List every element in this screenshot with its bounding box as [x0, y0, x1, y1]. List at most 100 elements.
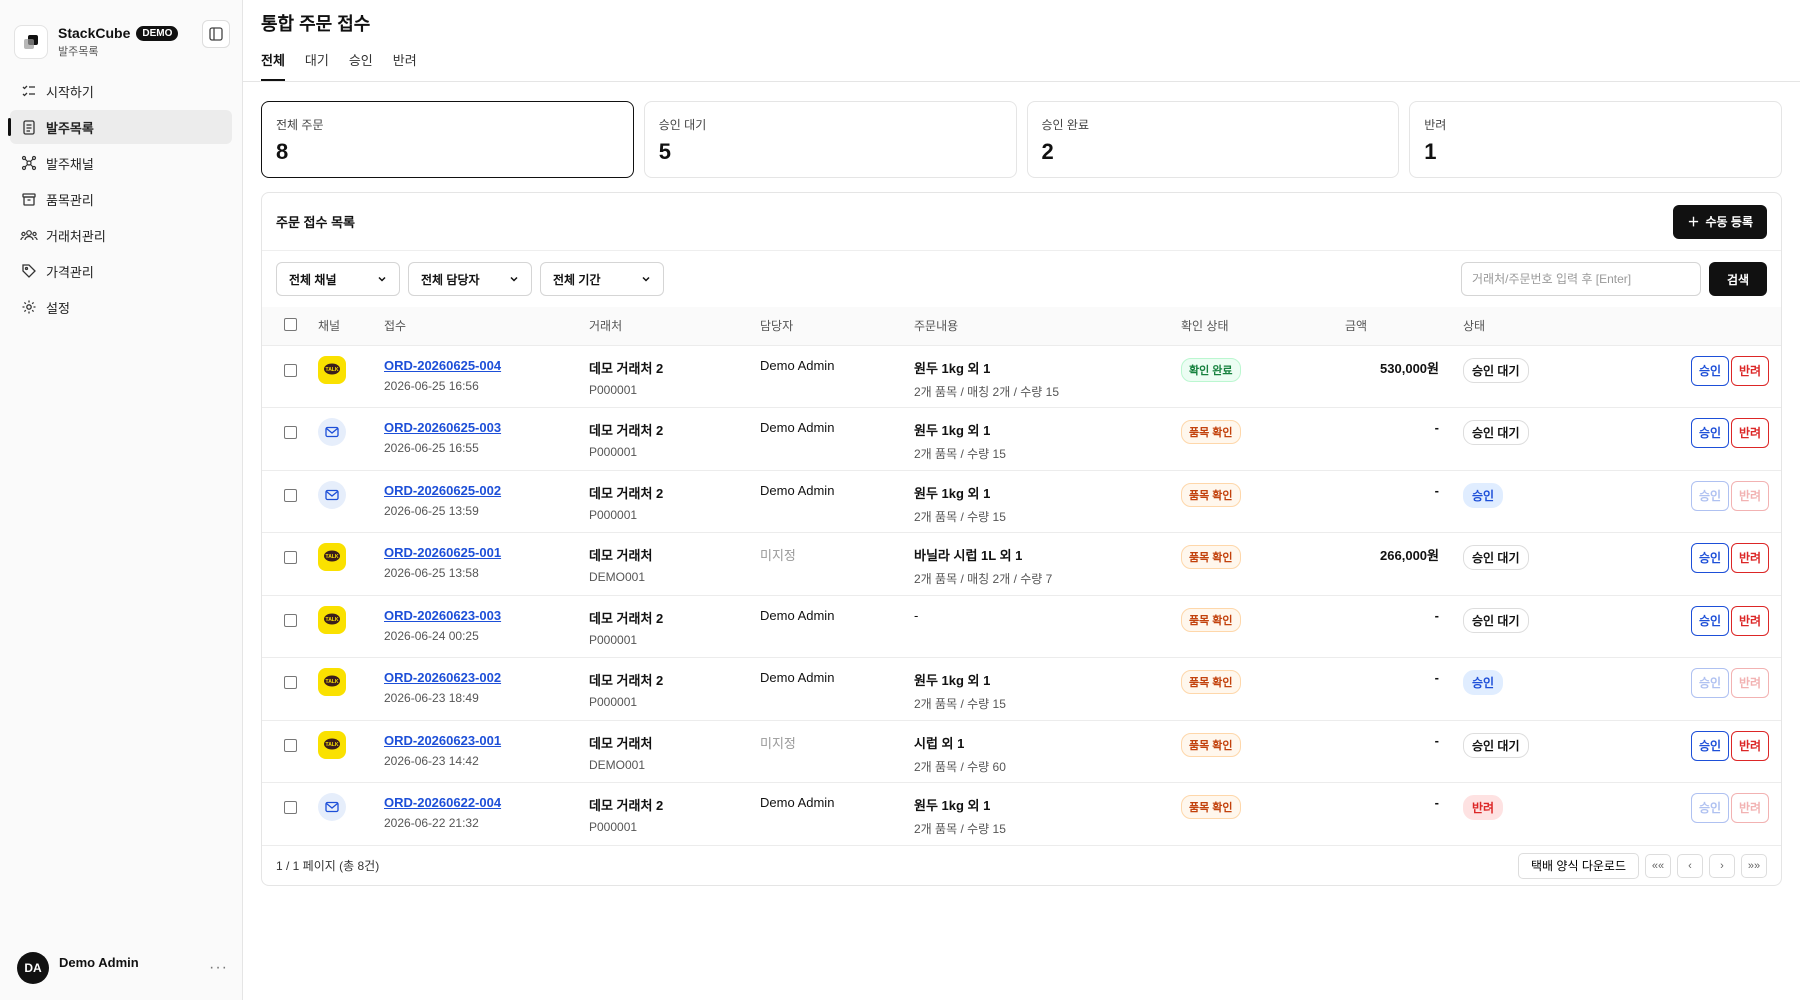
panel-footer: 1 / 1 페이지 (총 8건) 택배 양식 다운로드 «« ‹ › »»: [262, 845, 1781, 885]
row-checkbox[interactable]: [283, 551, 297, 564]
stat-card-total[interactable]: 전체 주문 8: [261, 101, 634, 178]
tab-pending[interactable]: 대기: [305, 50, 329, 81]
approve-button[interactable]: 승인: [1691, 793, 1729, 823]
reject-button[interactable]: 반려: [1731, 793, 1769, 823]
stat-label: 승인 완료: [1041, 118, 1090, 132]
table-row[interactable]: TALK ORD-20260623-001 2026-06-23 14:42 데모 거…: [262, 720, 1781, 783]
checklist-icon: [20, 82, 38, 100]
row-checkbox[interactable]: [283, 738, 297, 752]
next-page-button[interactable]: ›: [1709, 853, 1735, 878]
tab-rejected[interactable]: 반려: [393, 50, 417, 81]
row-checkbox[interactable]: [283, 363, 297, 377]
sidebar-item-order-list[interactable]: 발주목록: [8, 110, 232, 144]
order-amount: -: [1434, 795, 1439, 810]
client-name: 데모 거래처: [589, 735, 653, 751]
sidebar-item-label: 거래처관리: [46, 228, 106, 244]
row-checkbox[interactable]: [283, 676, 297, 689]
table-row[interactable]: TALK ORD-20260625-001 2026-06-25 13:58 데모 거…: [262, 532, 1781, 596]
row-checkbox[interactable]: [283, 426, 297, 439]
svg-text:TALK: TALK: [326, 367, 339, 373]
approve-button[interactable]: 승인: [1691, 418, 1729, 448]
user-profile[interactable]: DA Demo Admin ···: [17, 952, 228, 984]
order-number-link[interactable]: ORD-20260623-003: [384, 608, 501, 623]
order-number-link[interactable]: ORD-20260625-003: [384, 420, 501, 435]
last-page-button[interactable]: »»: [1741, 853, 1767, 878]
reject-button[interactable]: 반려: [1731, 605, 1769, 636]
stat-card-pending[interactable]: 승인 대기 5: [643, 101, 1017, 178]
first-page-button[interactable]: ««: [1645, 853, 1671, 878]
reject-button[interactable]: 반려: [1731, 730, 1769, 761]
client-name: 데모 거래처 2: [589, 798, 664, 813]
order-table: 채널 접수 거래처 담당자 주문내용 확인 상태 금액 상태 TALK ORD-2…: [262, 307, 1781, 845]
column-header-check: 확인 상태: [1181, 319, 1229, 334]
order-date: 2026-06-22 21:32: [384, 816, 479, 830]
search-button[interactable]: 검색: [1709, 262, 1767, 296]
order-item: 원두 1kg 외 1: [914, 485, 991, 501]
search-input[interactable]: [1461, 262, 1701, 296]
status-badge: 승인 대기: [1463, 357, 1529, 383]
order-number-link[interactable]: ORD-20260622-004: [384, 795, 501, 810]
status-badge: 승인: [1463, 670, 1504, 695]
approve-button[interactable]: 승인: [1691, 730, 1729, 761]
more-options-icon[interactable]: ···: [209, 959, 228, 977]
table-row[interactable]: ORD-20260625-003 2026-06-25 16:55 데모 거래처 2…: [262, 407, 1781, 471]
reject-button[interactable]: 반려: [1731, 543, 1769, 573]
table-row[interactable]: TALK ORD-20260625-004 2026-06-25 16:56 데모 거…: [262, 345, 1781, 408]
sidebar-collapse-button[interactable]: [202, 20, 230, 48]
reject-button[interactable]: 반려: [1731, 418, 1769, 448]
approve-button[interactable]: 승인: [1691, 668, 1729, 698]
tab-approved[interactable]: 승인: [349, 50, 373, 81]
stat-card-approved[interactable]: 승인 완료 2: [1026, 101, 1400, 178]
tab-all[interactable]: 전체: [261, 50, 285, 81]
sidebar-item-items[interactable]: 품목관리: [10, 182, 232, 216]
approve-button[interactable]: 승인: [1691, 355, 1729, 386]
row-checkbox[interactable]: [283, 801, 297, 814]
sidebar-item-getting-started[interactable]: 시작하기: [10, 74, 232, 108]
stat-value: 8: [276, 139, 289, 164]
svg-text:TALK: TALK: [326, 617, 339, 623]
order-item: 시럽 외 1: [914, 735, 965, 751]
user-name: Demo Admin: [59, 954, 139, 970]
reject-button[interactable]: 반려: [1731, 480, 1769, 511]
manual-register-button[interactable]: ＋ 수동 등록: [1673, 204, 1767, 239]
status-badge: 승인 대기: [1463, 732, 1529, 758]
table-row[interactable]: TALK ORD-20260623-002 2026-06-23 18:49 데모 거…: [262, 657, 1781, 721]
manager-name: Demo Admin: [760, 357, 835, 373]
sidebar-item-pricing[interactable]: 가격관리: [10, 254, 232, 288]
order-number-link[interactable]: ORD-20260625-004: [384, 358, 501, 373]
reject-button[interactable]: 반려: [1731, 355, 1769, 386]
manager-name: 미지정: [760, 548, 796, 563]
order-number-link[interactable]: ORD-20260625-001: [384, 545, 501, 560]
channel-filter-select[interactable]: 전체 채널: [276, 262, 400, 296]
sidebar-item-order-channel[interactable]: 발주채널: [10, 146, 232, 180]
order-number-link[interactable]: ORD-20260625-002: [384, 483, 501, 498]
order-detail: 2개 품목 / 수량 15: [914, 822, 1006, 836]
table-row[interactable]: ORD-20260625-002 2026-06-25 13:59 데모 거래처 2…: [262, 470, 1781, 533]
table-row[interactable]: TALK ORD-20260623-003 2026-06-24 00:25 데모 거…: [262, 595, 1781, 658]
row-checkbox[interactable]: [283, 613, 297, 627]
sidebar-item-clients[interactable]: 거래처관리: [10, 218, 232, 252]
order-number-link[interactable]: ORD-20260623-001: [384, 733, 501, 748]
select-all-checkbox[interactable]: [283, 317, 297, 331]
prev-page-button[interactable]: ‹: [1677, 853, 1703, 878]
period-filter-select[interactable]: 전체 기간: [540, 262, 664, 296]
check-status-badge: 품목 확인: [1181, 795, 1241, 819]
column-header-content: 주문내용: [914, 319, 959, 334]
manager-filter-select[interactable]: 전체 담당자: [408, 262, 532, 296]
order-item: 원두 1kg 외 1: [914, 673, 991, 688]
download-shipping-form-button[interactable]: 택배 양식 다운로드: [1518, 852, 1639, 879]
table-row[interactable]: ORD-20260622-004 2026-06-22 21:32 데모 거래처 2…: [262, 782, 1781, 846]
stat-card-rejected[interactable]: 반려 1: [1409, 101, 1782, 178]
client-code: P000001: [589, 382, 638, 397]
plus-icon: ＋: [1687, 215, 1700, 229]
order-number-link[interactable]: ORD-20260623-002: [384, 670, 501, 685]
client-code: P000001: [589, 445, 638, 459]
reject-button[interactable]: 반려: [1731, 668, 1769, 698]
approve-button[interactable]: 승인: [1691, 605, 1729, 636]
svg-text:TALK: TALK: [326, 554, 339, 560]
approve-button[interactable]: 승인: [1691, 480, 1729, 511]
sidebar-item-settings[interactable]: 설정: [10, 290, 232, 324]
approve-button[interactable]: 승인: [1691, 543, 1729, 573]
row-checkbox[interactable]: [283, 488, 297, 502]
status-tabs: 전체 대기 승인 반려: [243, 50, 1800, 82]
